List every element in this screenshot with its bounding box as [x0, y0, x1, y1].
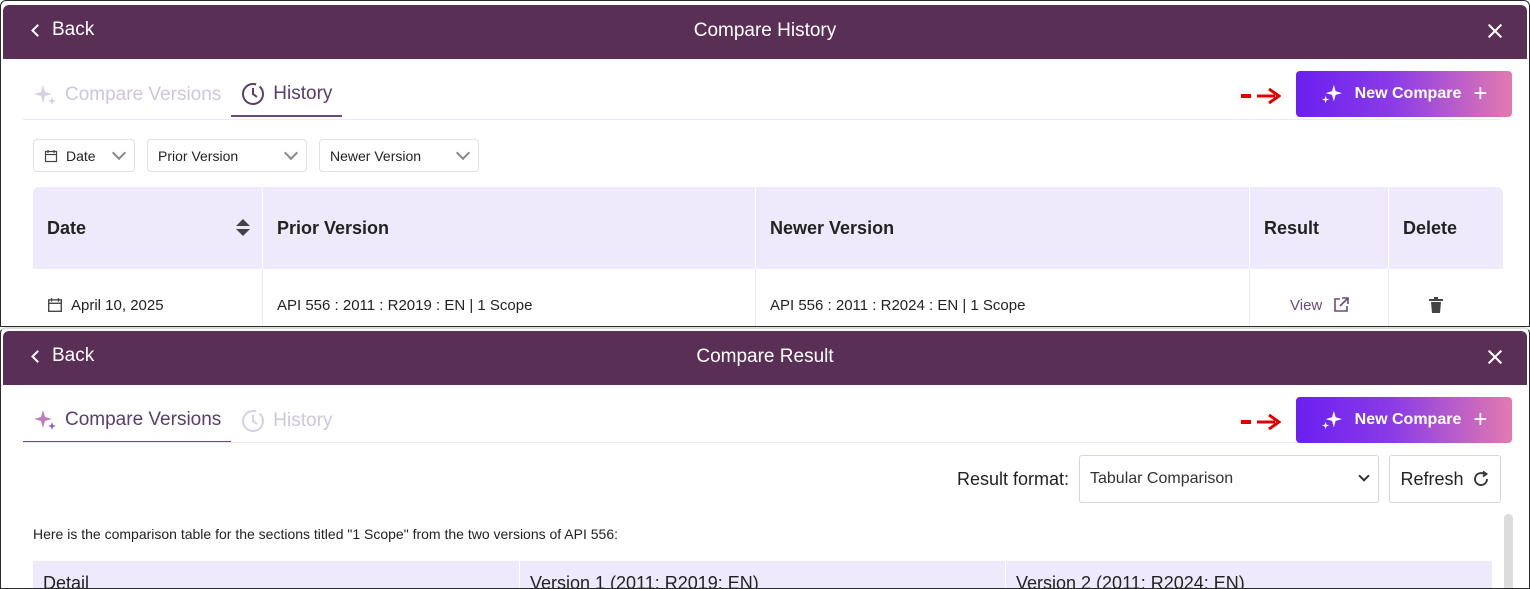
- comparison-summary-text: Here is the comparison table for the sec…: [33, 526, 619, 542]
- new-compare-button[interactable]: New Compare +: [1296, 71, 1512, 117]
- chevron-down-icon: [283, 145, 299, 161]
- result-format-select[interactable]: Tabular Comparison: [1079, 455, 1379, 503]
- chevron-down-icon: [111, 145, 127, 161]
- new-compare-label: New Compare: [1354, 411, 1462, 428]
- tab-divider: [23, 442, 1501, 443]
- filter-label: Date: [66, 147, 96, 164]
- prior-version-filter[interactable]: Prior Version: [147, 139, 307, 172]
- chevron-down-icon: [1358, 470, 1370, 482]
- filter-label: Newer Version: [330, 147, 422, 164]
- new-compare-button[interactable]: New Compare +: [1296, 397, 1512, 443]
- new-compare-label: New Compare: [1354, 85, 1462, 102]
- sparkle-icon: [1321, 410, 1342, 430]
- tab-label: History: [273, 83, 333, 104]
- result-header-bar: Back Compare Result: [3, 331, 1527, 385]
- column-header-version-1: Version 1 (2011: R2019: EN): [520, 561, 1006, 588]
- tab-history[interactable]: History: [231, 399, 342, 443]
- comparison-table-header: Detail Version 1 (2011: R2019: EN) Versi…: [33, 561, 1492, 589]
- date-value: April 10, 2025: [71, 296, 164, 314]
- filter-label: Prior Version: [158, 147, 239, 164]
- date-cell: April 10, 2025: [33, 269, 263, 326]
- tab-compare-versions[interactable]: Compare Versions: [23, 399, 232, 443]
- tab-bar: Compare Versions History: [23, 73, 343, 119]
- history-clock-icon: [242, 410, 265, 432]
- delete-cell: [1389, 269, 1503, 326]
- refresh-icon: [1473, 470, 1488, 486]
- view-link[interactable]: View: [1264, 296, 1350, 314]
- prior-version-cell: API 556 : 2011 : R2019 : EN | 1 Scope: [263, 269, 756, 326]
- result-format-bar: Result format: Tabular Comparison Refres…: [957, 455, 1501, 503]
- tab-history[interactable]: History: [231, 73, 343, 117]
- chevron-down-icon: [455, 145, 471, 161]
- date-filter[interactable]: Date: [33, 139, 135, 172]
- compare-result-panel: Back Compare Result Compare Versions His…: [0, 327, 1530, 589]
- page-title: Compare History: [693, 20, 837, 41]
- tab-label: Compare Versions: [65, 84, 222, 105]
- trash-icon[interactable]: [1427, 296, 1445, 314]
- history-table: Date Prior Version Newer Version Result …: [33, 187, 1503, 326]
- tab-bar: Compare Versions History: [23, 399, 342, 445]
- view-label: View: [1290, 296, 1323, 314]
- calendar-icon: [44, 149, 58, 162]
- page-title: Compare Result: [696, 346, 834, 367]
- sparkle-icon: [34, 410, 56, 430]
- plus-icon: +: [1473, 406, 1488, 433]
- scrollbar[interactable]: [1504, 514, 1513, 588]
- history-clock-icon: [242, 83, 265, 105]
- sparkle-icon: [34, 85, 56, 105]
- result-cell: View: [1250, 269, 1389, 326]
- history-header-bar: Back Compare History: [3, 5, 1527, 59]
- column-header-delete: Delete: [1403, 217, 1458, 238]
- refresh-label: Refresh: [1400, 468, 1464, 489]
- table-row: April 10, 2025 API 556 : 2011 : R2019 : …: [33, 269, 1503, 326]
- sparkle-icon: [1321, 84, 1342, 104]
- result-format-value: Tabular Comparison: [1090, 470, 1234, 487]
- plus-icon: +: [1473, 80, 1488, 107]
- tab-compare-versions[interactable]: Compare Versions: [23, 73, 231, 117]
- column-header-newer-version: Newer Version: [756, 187, 1250, 269]
- refresh-button[interactable]: Refresh: [1389, 455, 1501, 503]
- column-header-detail: Detail: [33, 561, 520, 588]
- close-icon[interactable]: [1485, 19, 1505, 43]
- column-label: Date: [47, 217, 87, 238]
- close-icon[interactable]: [1485, 345, 1505, 369]
- red-arrow-annotation-icon: [1241, 87, 1281, 105]
- tab-label: History: [273, 410, 333, 431]
- table-header: Date Prior Version Newer Version Result …: [33, 187, 1503, 269]
- column-header-version-2: Version 2 (2011: R2024: EN): [1016, 573, 1245, 589]
- red-arrow-annotation-icon: [1241, 413, 1281, 431]
- calendar-icon: [48, 298, 62, 312]
- sort-icon[interactable]: [236, 219, 250, 236]
- tab-label: Compare Versions: [65, 409, 222, 430]
- filter-bar: Date Prior Version Newer Version: [33, 139, 479, 172]
- compare-history-panel: Back Compare History Compare Versions Hi…: [0, 0, 1530, 327]
- newer-version-filter[interactable]: Newer Version: [319, 139, 479, 172]
- tab-divider: [23, 119, 1501, 120]
- external-link-icon: [1334, 297, 1350, 312]
- column-header-result: Result: [1250, 187, 1389, 269]
- result-format-label: Result format:: [956, 468, 1069, 489]
- column-header-date[interactable]: Date: [33, 187, 263, 269]
- newer-version-cell: API 556 : 2011 : R2024 : EN | 1 Scope: [756, 269, 1250, 326]
- column-header-prior-version: Prior Version: [263, 187, 756, 269]
